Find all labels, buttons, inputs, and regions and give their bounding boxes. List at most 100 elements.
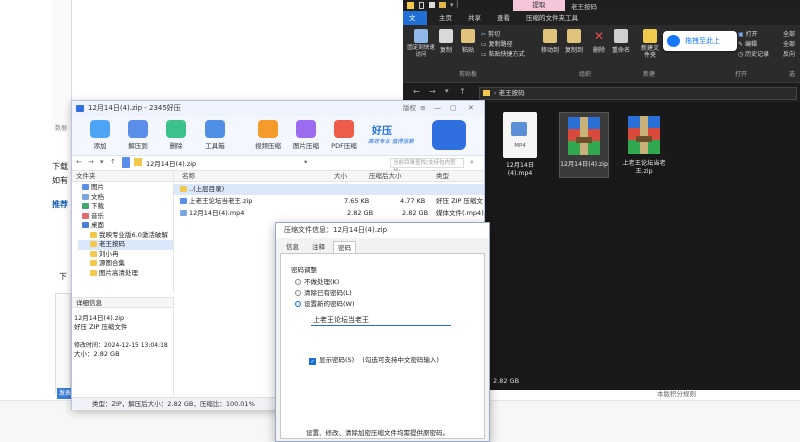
history-button[interactable]: ◷ 历史记录 [738,49,769,58]
copy-button[interactable]: 复制 [437,29,455,54]
extract-button[interactable]: 解压到 [122,120,154,150]
file-item-zip[interactable]: 上老王论坛当老王.zip [619,112,669,176]
zip-address-path[interactable]: 12月14日(4).zip [146,158,196,168]
toolbox-button[interactable]: 工具箱 [199,120,231,150]
option-no-change[interactable]: 不做处理(K) [295,276,339,286]
select-none-button[interactable]: 全部 [783,39,795,48]
up-icon[interactable]: ↑ [459,87,466,96]
tab-compressed-tools[interactable]: 压缩的文件夹工具 [526,11,578,25]
password-input[interactable]: 上老王论坛当老王 [311,314,451,326]
new-folder-button[interactable]: 新建文件夹 [639,29,661,59]
tree-item-folder[interactable]: 源图合集 [78,259,173,269]
dropdown-icon[interactable]: ▾ [100,158,104,166]
open-button[interactable]: ▣ 打开 [738,29,758,38]
video-file-icon: MP4 [503,112,537,158]
tree-item-selected[interactable]: 老王按码 [78,240,173,250]
maximize-icon[interactable]: ▢ [450,101,457,116]
forward-icon[interactable]: → [429,87,436,96]
add-button[interactable]: 添加 [84,120,116,150]
pdf-compress-icon [334,120,354,138]
recent-dropdown-icon[interactable]: ▾ [445,87,449,95]
group-organize: 组织 [579,71,592,78]
show-password-label: 显示密码(S) [319,356,355,364]
tab-password[interactable]: 密码 [333,241,356,253]
table-row[interactable]: 上老王论坛当老王.zip 7.65 KB 4.77 KB 好压 ZIP 压缩文 [174,196,484,207]
tab-view[interactable]: 查看 [497,11,510,25]
file-item-zip-selected[interactable]: 12月14日(4).zip [559,112,609,178]
tree-item-music[interactable]: 音乐 [78,212,173,222]
pin-button[interactable]: 固定到快速访问 [407,29,435,59]
zip-titlebar: 12月14日(4).zip - 2345好压 版权 ≡ — ▢ ✕ [72,101,484,116]
address-input[interactable]: › 老王按码 [479,87,797,100]
col-size[interactable]: 大小 [334,171,347,182]
tree-item-folder[interactable]: 刘小冉 [78,250,173,260]
paste-button[interactable]: 粘贴 [459,29,477,54]
video-compress-button[interactable]: 视频压缩 [252,120,284,150]
up-icon[interactable]: ↑ [110,158,116,166]
address-dropdown-icon[interactable]: ▾ [304,158,309,168]
option-clear-password[interactable]: 清除已有密码(L) [295,287,352,297]
delete-button[interactable]: ✕ 删除 [591,29,607,54]
zip-address-bar: ← → ▾ ↑ 12月14日(4).zip ▾ 当前目录查找(支持包内查找) ⌕ [72,156,484,175]
tree-item-pictures[interactable]: 图片 [78,183,173,193]
image-compress-icon [296,120,316,138]
tree-item-downloads[interactable]: 下载 [78,202,173,212]
minimize-icon[interactable]: — [434,101,441,116]
qa-dropdown-icon[interactable]: ▾ [450,1,454,9]
delete-zip-button[interactable]: 删除 [160,120,192,150]
qa-properties-icon[interactable] [419,2,424,9]
folder-icon [90,269,97,276]
tab-file[interactable]: 文件 [403,11,427,36]
file-item-mp4[interactable]: MP4 12月14日(4).mp4 [495,112,545,178]
back-icon[interactable]: ← [413,87,420,96]
option-set-password[interactable]: 设置新的密码(W) [295,298,355,308]
tree-label: 图片 [91,183,104,191]
table-row[interactable]: ..(上层目录) [174,184,484,195]
tab-share[interactable]: 共享 [468,11,481,25]
bg-link-recommend[interactable]: 推荐 [52,199,68,210]
row-name-text: 上老王论坛当老王.zip [189,197,253,205]
tree-item-folder[interactable]: 图片高清处理 [78,269,173,279]
close-icon[interactable]: ✕ [468,101,474,116]
show-password-checkbox[interactable]: ✓ 显示密码(S) (勾选可支持中文密码输入) [309,354,439,365]
video-glyph-icon [511,122,527,136]
back-icon[interactable]: ← [76,158,82,166]
pdf-compress-button[interactable]: PDF压缩 [328,120,360,150]
bg-line-2: 如有 [52,176,68,185]
col-name[interactable]: 名称 [182,171,195,182]
cut-button[interactable]: ✂ 剪切 [481,29,500,38]
qa-save-icon[interactable] [429,2,435,8]
col-packed[interactable]: 压缩后大小 [369,171,402,182]
copyright-link[interactable]: 版权 [403,101,416,116]
folder-icon [90,250,97,257]
copy-to-button[interactable]: 复制到 [564,29,584,54]
move-to-button[interactable]: 移动到 [540,29,560,54]
radio-icon [295,279,301,285]
zip-search-input[interactable]: 当前目录查找(支持包内查找) [390,158,464,175]
rename-button[interactable]: 重命名 [611,29,631,54]
tab-home[interactable]: 主页 [439,11,452,25]
search-icon[interactable]: ⌕ [470,158,474,167]
image-compress-button[interactable]: 图片压缩 [290,120,322,150]
select-all-button[interactable]: 全部 [783,29,795,38]
tab-info[interactable]: 信息 [282,241,303,253]
menu-icon[interactable]: ≡ [420,101,426,116]
invert-button[interactable]: 反向 [783,49,795,58]
tree-item-docs[interactable]: 文档 [78,193,173,203]
context-tab-extract[interactable]: 提取 [513,0,565,11]
tree-item-desktop[interactable]: 桌面 [78,221,173,231]
edit-button[interactable]: ✎ 编辑 [738,39,757,48]
toolbox-icon [205,120,225,138]
cloud-upload-button[interactable]: 拖拽至此上 [663,31,737,51]
copy-path-button[interactable]: ▭ 复制路径 [481,39,513,48]
tree-item-folder[interactable]: 我映专业版6.0激活破解 [78,231,173,241]
qa-newfolder-icon[interactable] [439,2,446,8]
table-row[interactable]: 12月14日(4).mp4 2.82 GB 2.82 GB 媒体文件(.mp4) [174,208,484,219]
label-shu: 数据 [55,125,68,132]
paste-label: 粘贴 [461,47,474,54]
copy-to-icon [567,29,581,43]
tab-comment[interactable]: 注释 [308,241,329,253]
paste-shortcut-button[interactable]: ▭ 粘贴快捷方式 [481,49,525,58]
col-type[interactable]: 类型 [436,171,449,182]
forward-icon[interactable]: → [88,158,94,166]
